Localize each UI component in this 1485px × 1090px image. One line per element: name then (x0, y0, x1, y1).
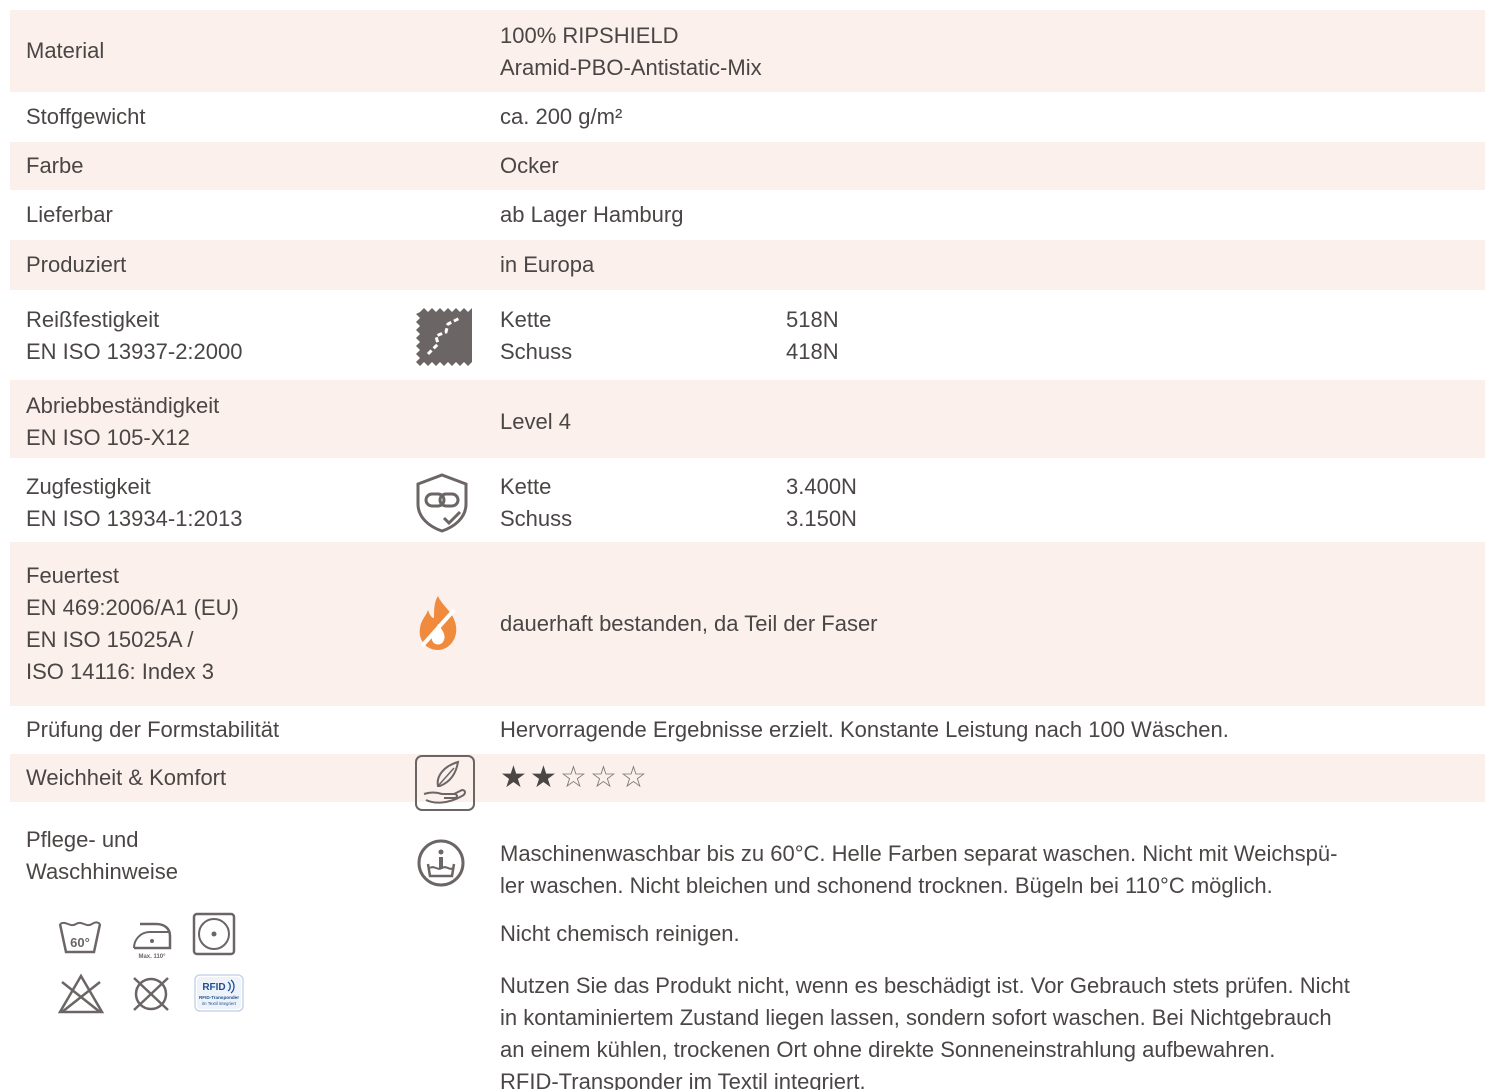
label-care: Pflege- und Waschhinweise (26, 827, 179, 884)
label-color: Farbe (26, 153, 84, 178)
row-abrasion: Abriebbeständigkeit EN ISO 105-X12 Level… (10, 380, 1485, 458)
row-produced: Produziert in Europa (10, 240, 1485, 290)
row-comfort: Weichheit & Komfort ★ ★ ☆ ☆ ☆ (10, 754, 1485, 811)
care-paragraph-2: Nicht chemisch reinigen. (500, 921, 740, 946)
row-tear: Reißfestigkeit EN ISO 13937-2:2000 Kette… (10, 290, 1485, 380)
label-comfort: Weichheit & Komfort (26, 765, 227, 790)
tumble-dry-icon (192, 912, 236, 962)
label-tear: Reißfestigkeit EN ISO 13937-2:2000 (26, 307, 243, 364)
row-material: Material 100% RIPSHIELD Aramid-PBO-Antis… (10, 10, 1485, 92)
row-stability: Prüfung der Formstabilität Hervorragende… (10, 706, 1485, 754)
info-wash-icon (416, 838, 466, 894)
comfort-rating: ★ ★ ☆ ☆ ☆ (500, 762, 650, 794)
flame-icon (416, 594, 460, 658)
care-paragraph-1: Maschinenwaschbar bis zu 60°C. Helle Far… (500, 841, 1338, 898)
label-available: Lieferbar (26, 202, 113, 227)
row-care: Pflege- und Waschhinweise Maschinenwasch… (10, 802, 1485, 1090)
star-filled-icon: ★ (530, 761, 557, 794)
row-fire: Feuertest EN 469:2006/A1 (EU) EN ISO 150… (10, 542, 1485, 706)
value-weight: ca. 200 g/m² (500, 104, 623, 129)
row-color: Farbe Ocker (10, 142, 1485, 190)
star-filled-icon: ★ (500, 761, 527, 794)
tensile-labels: Kette Schuss (500, 474, 573, 531)
svg-text:Max. 110°: Max. 110° (138, 954, 166, 960)
value-color: Ocker (500, 153, 559, 178)
iron-110-icon: Max. 110° (130, 918, 174, 966)
spec-table: Material 100% RIPSHIELD Aramid-PBO-Antis… (0, 0, 1485, 1090)
tensile-values: 3.400N 3.150N (786, 474, 857, 531)
row-available: Lieferbar ab Lager Hamburg (10, 190, 1485, 240)
wash-60-icon: 60° (58, 918, 102, 964)
label-weight: Stoffgewicht (26, 104, 146, 129)
star-empty-icon: ☆ (620, 761, 647, 794)
value-fire: dauerhaft bestanden, da Teil der Faser (500, 611, 878, 636)
value-stability: Hervorragende Ergebnisse erzielt. Konsta… (500, 717, 1229, 742)
no-dry-clean-icon (128, 972, 174, 1022)
care-paragraph-3: Nutzen Sie das Produkt nicht, wenn es be… (500, 973, 1350, 1090)
star-empty-icon: ☆ (560, 761, 587, 794)
row-tensile: Zugfestigkeit EN ISO 13934-1:2013 Kette … (10, 458, 1485, 542)
fabric-tear-icon (414, 306, 476, 374)
tear-values: 518N 418N (786, 307, 839, 364)
star-empty-icon: ☆ (590, 761, 617, 794)
rfid-icon: RFID RFID-Transponder im Textil integrie… (194, 974, 244, 1018)
svg-text:60°: 60° (70, 935, 90, 950)
label-fire: Feuertest EN 469:2006/A1 (EU) EN ISO 150… (26, 563, 239, 684)
svg-text:RFID: RFID (202, 982, 225, 993)
label-tensile: Zugfestigkeit EN ISO 13934-1:2013 (26, 474, 243, 531)
svg-text:im Textil integriert: im Textil integriert (202, 1001, 237, 1006)
shield-chain-icon (414, 472, 470, 540)
value-material: 100% RIPSHIELD Aramid-PBO-Antistatic-Mix (500, 23, 762, 80)
value-available: ab Lager Hamburg (500, 202, 684, 227)
label-material: Material (26, 38, 105, 63)
svg-text:RFID-Transponder: RFID-Transponder (199, 995, 239, 1000)
value-abrasion: Level 4 (500, 409, 571, 434)
label-stability: Prüfung der Formstabilität (26, 717, 280, 742)
tear-labels: Kette Schuss (500, 307, 573, 364)
no-bleach-icon (56, 972, 106, 1022)
label-abrasion: Abriebbeständigkeit EN ISO 105-X12 (26, 393, 220, 450)
value-produced: in Europa (500, 252, 595, 277)
label-produced: Produziert (26, 252, 127, 277)
row-weight: Stoffgewicht ca. 200 g/m² (10, 92, 1485, 142)
